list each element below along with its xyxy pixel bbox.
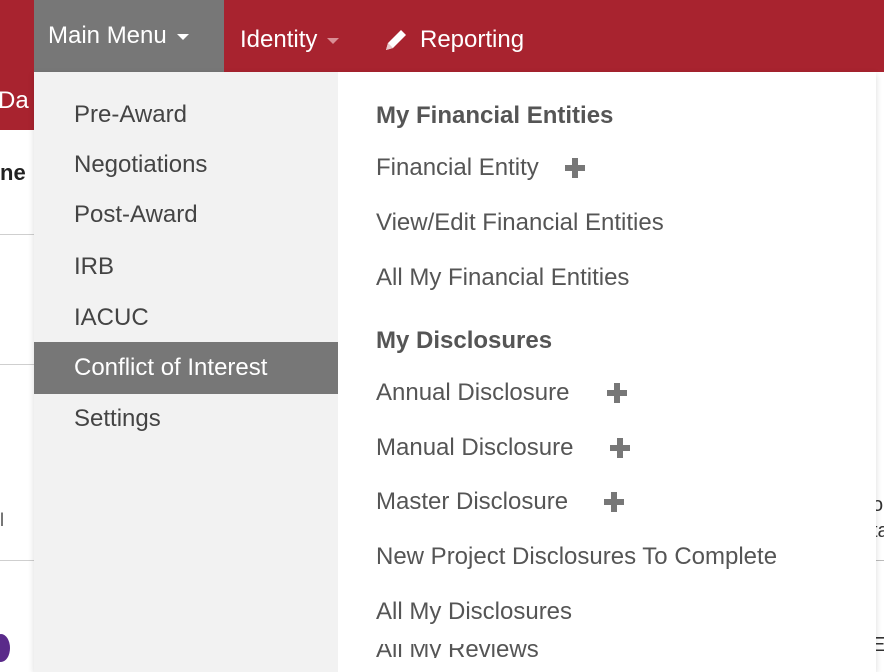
menu-item-iacuc[interactable]: IACUC bbox=[34, 292, 338, 344]
menu-item-pre-award[interactable]: Pre-Award bbox=[34, 89, 338, 141]
caret-down-icon bbox=[327, 38, 340, 44]
menu-item-settings[interactable]: Settings bbox=[34, 393, 338, 445]
identity-menu-button[interactable]: Identity bbox=[240, 14, 340, 66]
submenu-panel: My Financial Entities Financial Entity V… bbox=[338, 72, 876, 672]
disclosures-header: My Disclosures bbox=[376, 327, 553, 354]
main-menu-dropdown: Pre-Award Negotiations Post-Award IRB IA… bbox=[34, 72, 876, 672]
master-disclosure-link[interactable]: Master Disclosure bbox=[376, 488, 625, 516]
pencil-icon bbox=[382, 26, 410, 54]
background-divider bbox=[0, 234, 34, 235]
financial-entity-label: Financial Entity bbox=[376, 154, 539, 181]
main-menu-button[interactable]: Main Menu bbox=[34, 0, 224, 72]
financial-entities-header: My Financial Entities bbox=[376, 102, 614, 129]
reporting-menu-button[interactable]: Reporting bbox=[382, 14, 524, 66]
identity-label: Identity bbox=[240, 26, 318, 53]
new-project-disclosures-link[interactable]: New Project Disclosures To Complete bbox=[376, 543, 777, 571]
plus-icon[interactable] bbox=[610, 438, 631, 458]
view-edit-financial-entities-link[interactable]: View/Edit Financial Entities bbox=[376, 209, 664, 237]
annual-disclosure-link[interactable]: Annual Disclosure bbox=[376, 379, 628, 407]
plus-icon[interactable] bbox=[604, 492, 625, 512]
plus-icon[interactable] bbox=[564, 158, 585, 178]
caret-down-icon bbox=[176, 34, 189, 40]
menu-item-irb[interactable]: IRB bbox=[34, 241, 338, 293]
menu-item-conflict-of-interest[interactable]: Conflict of Interest bbox=[34, 342, 338, 394]
background-divider bbox=[0, 560, 34, 561]
reporting-label: Reporting bbox=[420, 26, 525, 53]
background-divider bbox=[0, 364, 34, 365]
module-list: Pre-Award Negotiations Post-Award IRB IA… bbox=[34, 72, 338, 672]
all-disclosures-link[interactable]: All My Disclosures bbox=[376, 598, 572, 626]
background-heading: ne bbox=[0, 160, 26, 185]
menu-item-post-award[interactable]: Post-Award bbox=[34, 189, 338, 241]
menu-item-negotiations[interactable]: Negotiations bbox=[34, 139, 338, 191]
financial-entity-link[interactable]: Financial Entity bbox=[376, 154, 585, 182]
master-disclosure-label: Master Disclosure bbox=[376, 488, 569, 515]
manual-disclosure-label: Manual Disclosure bbox=[376, 434, 574, 461]
manual-disclosure-link[interactable]: Manual Disclosure bbox=[376, 434, 631, 462]
annual-disclosure-label: Annual Disclosure bbox=[376, 379, 570, 406]
background-tab: Da bbox=[0, 72, 34, 130]
main-menu-label: Main Menu bbox=[48, 22, 167, 49]
background-text: l bbox=[0, 510, 4, 530]
plus-icon[interactable] bbox=[607, 383, 628, 403]
all-financial-entities-link[interactable]: All My Financial Entities bbox=[376, 264, 629, 292]
all-reviews-link[interactable]: All My Reviews bbox=[376, 644, 539, 658]
